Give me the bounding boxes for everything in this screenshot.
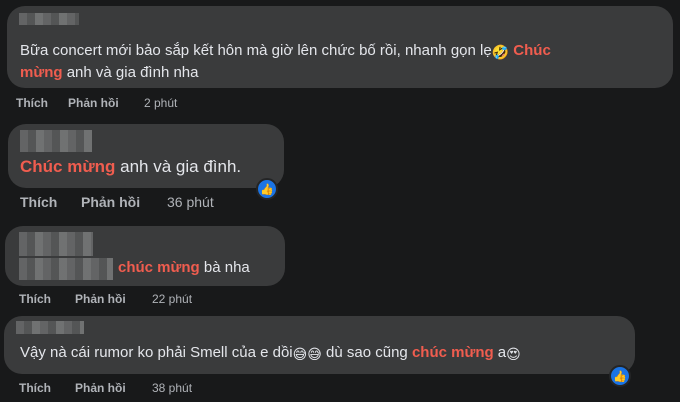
blurred-author-name (19, 13, 79, 25)
timestamp: 22 phút (152, 292, 193, 306)
rofl-emoji-icon: 🤣 (491, 44, 510, 60)
sweat-smile-emoji-icon: 😅 (292, 346, 308, 362)
highlight-text: mừng (20, 64, 63, 81)
comment-body-mid: dù sao cũng (321, 344, 412, 361)
heart-eyes-emoji-icon: 😍 (506, 346, 521, 362)
highlight-text: Chúc (513, 42, 551, 59)
sweat-smile-emoji-icon: 😅 (307, 346, 322, 362)
timestamp: 36 phút (167, 194, 214, 210)
like-link[interactable]: Thích (20, 194, 57, 210)
reply-link[interactable]: Phản hồi (81, 194, 140, 210)
reply-link[interactable]: Phản hồi (68, 96, 119, 110)
comment-body-end: a (493, 344, 507, 361)
like-link[interactable]: Thích (19, 292, 51, 306)
comment-text: Bữa concert mới bảo sắp kết hôn mà giờ l… (20, 42, 551, 59)
comment-bubble-4: Vậy nà cái rumor ko phải Smell của e dồi… (4, 316, 635, 374)
like-link[interactable]: Thích (16, 96, 48, 110)
blurred-tagged-name (19, 258, 113, 280)
thumbs-up-icon[interactable]: 👍 (256, 178, 278, 200)
reply-link[interactable]: Phản hồi (75, 292, 126, 306)
highlight-text: chúc mừng (411, 344, 494, 361)
comment-text: Vậy nà cái rumor ko phải Smell của e dồi… (20, 344, 521, 361)
comment-text-line2: mừng anh và gia đình nha (20, 64, 198, 81)
comment-body: anh và gia đình nha (62, 64, 199, 81)
highlight-text: chúc mừng (118, 259, 200, 276)
comment-body: Bữa concert mới bảo sắp kết hôn mà giờ l… (20, 42, 492, 59)
highlight-text: Chúc mừng (20, 157, 116, 176)
comment-bubble-2: Chúc mừng anh và gia đình. (8, 124, 284, 188)
blurred-author-name (16, 321, 84, 334)
like-link[interactable]: Thích (19, 381, 51, 395)
timestamp: 2 phút (144, 96, 178, 110)
blurred-author-name (20, 130, 92, 152)
comment-text: Chúc mừng anh và gia đình. (20, 157, 241, 177)
comment-body: anh và gia đình. (115, 157, 242, 176)
thumbs-up-icon[interactable]: 👍 (609, 365, 631, 387)
comment-body: bà nha (199, 259, 250, 276)
comment-text: chúc mừng bà nha (118, 259, 250, 276)
blurred-author-name (19, 232, 93, 256)
reply-link[interactable]: Phản hồi (75, 381, 126, 395)
comment-bubble-1: Bữa concert mới bảo sắp kết hôn mà giờ l… (7, 6, 673, 88)
timestamp: 38 phút (152, 381, 193, 395)
comment-body: Vậy nà cái rumor ko phải Smell của e dồi (20, 344, 293, 361)
comment-bubble-3: chúc mừng bà nha (5, 226, 285, 286)
